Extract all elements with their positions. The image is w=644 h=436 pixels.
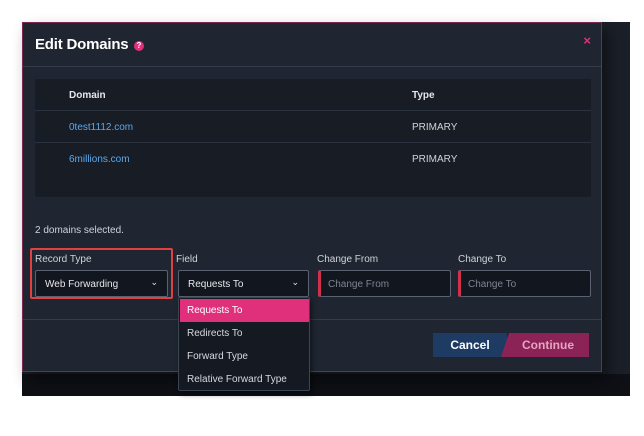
dropdown-option-relative-forward-type[interactable]: Relative Forward Type [180, 368, 309, 391]
domain-type: PRIMARY [412, 122, 458, 133]
change-to-input[interactable] [468, 277, 583, 291]
modal-header: Edit Domains ? × [23, 23, 601, 67]
selected-count: 2 domains selected. [35, 225, 124, 236]
page-backdrop-strip [22, 374, 630, 396]
change-to-field [458, 270, 591, 297]
edit-domains-modal: Edit Domains ? × Domain Type 0test1112.c… [22, 22, 602, 391]
chevron-down-icon: ⌄ [150, 277, 158, 287]
field-dropdown-menu: Requests To Redirects To Forward Type Re… [178, 297, 310, 391]
column-header-domain: Domain [69, 90, 106, 101]
field-label: Field [176, 254, 198, 265]
continue-button[interactable]: Continue [501, 333, 589, 357]
domains-table: Domain Type 0test1112.com PRIMARY 6milli… [35, 79, 591, 197]
modal-title: Edit Domains [35, 36, 129, 53]
domain-link[interactable]: 0test1112.com [69, 122, 133, 133]
footer-divider [23, 319, 601, 320]
change-from-input[interactable] [328, 277, 443, 291]
help-icon[interactable]: ? [134, 41, 144, 51]
domain-link[interactable]: 6millions.com [69, 154, 130, 165]
record-type-value: Web Forwarding [45, 279, 119, 290]
change-from-field [318, 270, 451, 297]
column-header-type: Type [412, 90, 435, 101]
record-type-select[interactable]: Web Forwarding ⌄ [35, 270, 168, 297]
domain-type: PRIMARY [412, 154, 458, 165]
chevron-down-icon: ⌄ [291, 277, 299, 287]
table-row: 0test1112.com PRIMARY [35, 112, 591, 143]
table-header: Domain Type [35, 79, 591, 111]
dropdown-option-forward-type[interactable]: Forward Type [180, 345, 309, 368]
record-type-label: Record Type [35, 254, 92, 265]
change-to-label: Change To [458, 254, 507, 265]
table-row: 6millions.com PRIMARY [35, 144, 591, 175]
dropdown-option-redirects-to[interactable]: Redirects To [180, 322, 309, 345]
field-select[interactable]: Requests To ⌄ [178, 270, 309, 297]
field-value: Requests To [188, 279, 244, 290]
change-from-label: Change From [317, 254, 379, 265]
cancel-button[interactable]: Cancel [433, 333, 507, 357]
dropdown-option-requests-to[interactable]: Requests To [180, 299, 309, 322]
close-icon[interactable]: × [583, 33, 591, 48]
